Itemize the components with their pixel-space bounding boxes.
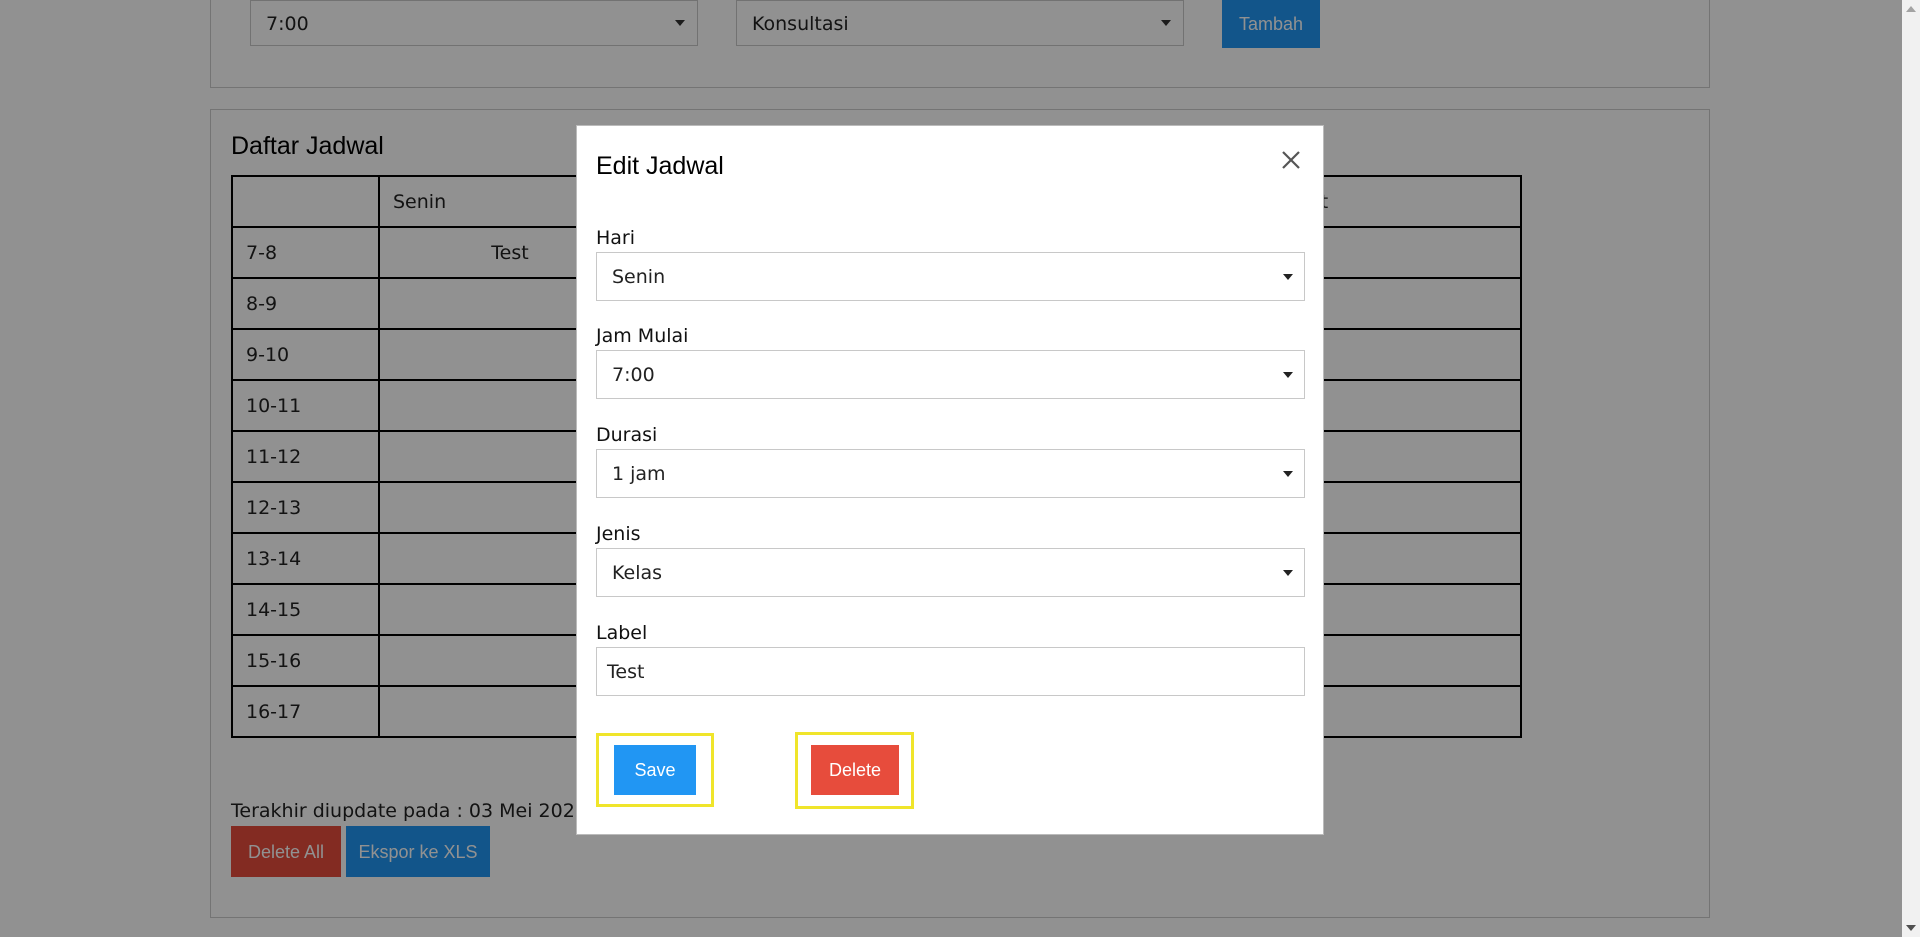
jenis-label: Jenis: [596, 523, 641, 545]
jenis-select[interactable]: Kelas: [596, 548, 1305, 597]
chevron-down-icon: [1283, 570, 1293, 576]
vertical-scrollbar[interactable]: [1902, 0, 1920, 937]
save-button[interactable]: Save: [614, 745, 696, 795]
jenis-value: Kelas: [612, 562, 663, 584]
close-icon[interactable]: [1279, 148, 1303, 172]
scroll-down-arrow-icon[interactable]: [1906, 925, 1916, 931]
delete-button[interactable]: Delete: [811, 745, 899, 795]
scroll-up-arrow-icon[interactable]: [1906, 6, 1916, 12]
hari-value: Senin: [612, 266, 666, 288]
durasi-label: Durasi: [596, 424, 658, 446]
label-input[interactable]: Test: [596, 647, 1305, 696]
modal-title: Edit Jadwal: [596, 152, 724, 180]
jam-mulai-select[interactable]: 7:00: [596, 350, 1305, 399]
jam-mulai-value: 7:00: [612, 364, 655, 386]
label-label: Label: [596, 622, 648, 644]
hari-select[interactable]: Senin: [596, 252, 1305, 301]
chevron-down-icon: [1283, 471, 1293, 477]
durasi-value: 1 jam: [612, 463, 666, 485]
edit-schedule-modal: Edit Jadwal Hari Senin Jam Mulai 7:00 Du…: [576, 125, 1324, 835]
chevron-down-icon: [1283, 274, 1293, 280]
jam-mulai-label: Jam Mulai: [596, 325, 689, 347]
hari-label: Hari: [596, 227, 636, 249]
label-input-value: Test: [607, 661, 645, 683]
chevron-down-icon: [1283, 372, 1293, 378]
durasi-select[interactable]: 1 jam: [596, 449, 1305, 498]
